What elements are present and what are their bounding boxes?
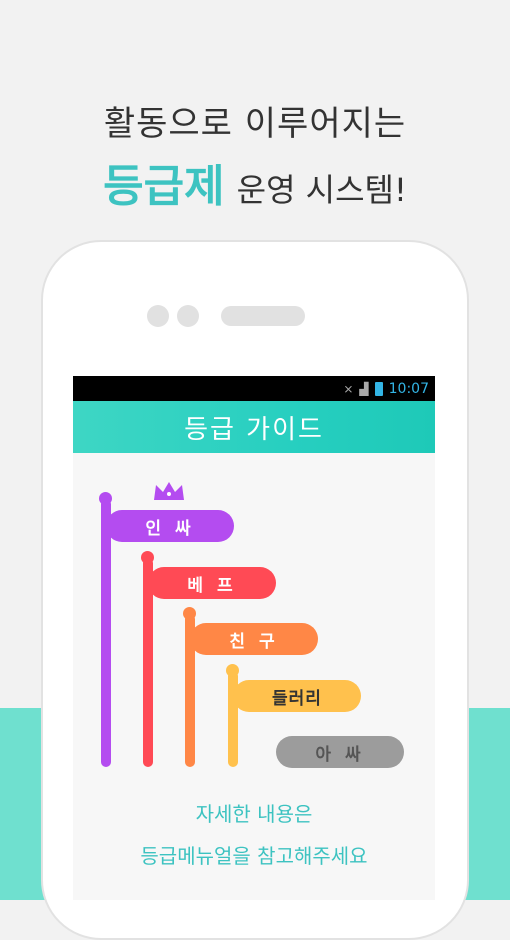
signal-icon: ▟	[359, 381, 369, 396]
grade-label: 아 싸	[315, 744, 365, 765]
status-bar: ⨯ ▟ 10:07	[73, 376, 435, 401]
grade-pill[interactable]: 친 구	[190, 623, 318, 655]
headline-line1: 활동으로 이루어지는	[103, 104, 407, 144]
headline-line2: 등급제 운영 시스템!	[0, 150, 510, 214]
footer-line2: 등급메뉴얼을 참고해주세요	[140, 844, 368, 868]
grade-label: 인 싸	[145, 518, 195, 539]
grade-label: 들러리	[272, 688, 322, 709]
grade-dot	[141, 551, 154, 564]
app-bar-title: 등급 가이드	[184, 414, 324, 445]
phone-screen: ⨯ ▟ 10:07 등급 가이드 인 싸 베 프 친 구 들러리 아 싸 자세한…	[73, 376, 435, 900]
grade-dot	[226, 664, 239, 677]
mute-icon: ⨯	[343, 381, 354, 396]
grade-pill[interactable]: 들러리	[233, 680, 361, 712]
grade-label: 베 프	[187, 575, 237, 596]
grade-pole	[101, 499, 111, 767]
battery-icon	[374, 381, 383, 396]
status-time: 10:07	[388, 380, 429, 397]
grade-dot	[183, 607, 196, 620]
grade-pill[interactable]: 인 싸	[106, 510, 234, 542]
sensor-icon	[177, 305, 199, 327]
grade-dot	[99, 492, 112, 505]
speaker-grille	[221, 306, 305, 326]
grade-label: 친 구	[229, 631, 279, 652]
crown-icon	[154, 482, 184, 500]
grade-pill[interactable]: 베 프	[148, 567, 276, 599]
app-bar: 등급 가이드	[73, 401, 435, 453]
footer-line1: 자세한 내용은	[195, 802, 313, 826]
grade-pill[interactable]: 아 싸	[276, 736, 404, 768]
headline-highlight: 등급제	[103, 161, 225, 212]
camera-icon	[147, 305, 169, 327]
headline-line2-rest: 운영 시스템!	[236, 171, 407, 209]
